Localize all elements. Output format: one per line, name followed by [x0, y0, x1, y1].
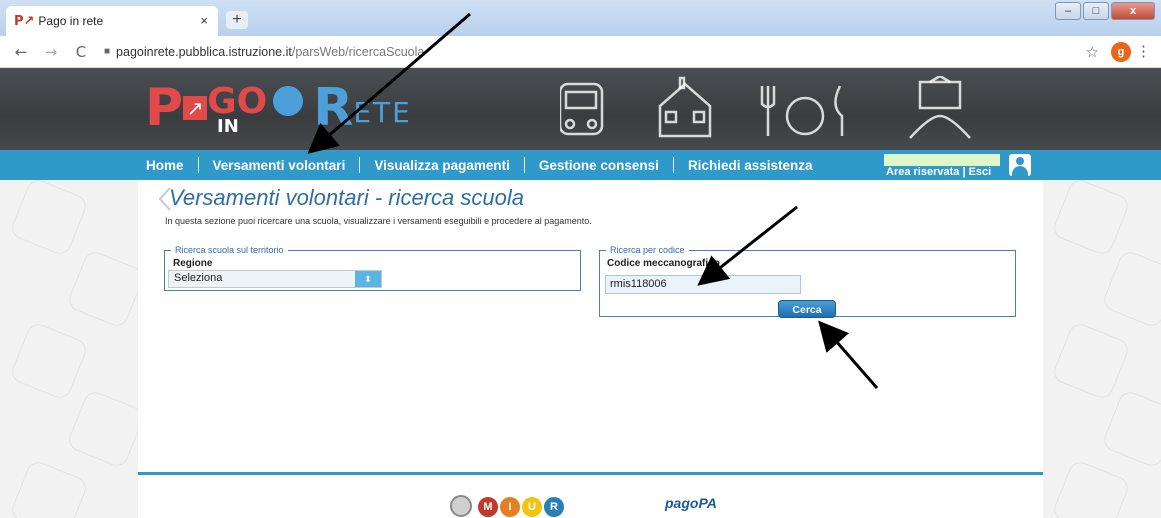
main-navbar: Home Versamenti volontari Visualizza pag… [0, 150, 1161, 180]
logo-arrow-icon: ↗ [183, 96, 208, 120]
codice-meccanografico-input[interactable]: rmis118006 [605, 275, 801, 294]
logo-globe-icon [273, 86, 304, 116]
reload-icon[interactable]: C [72, 43, 90, 61]
plate-icon [785, 96, 825, 136]
maximize-button[interactable]: □ [1083, 2, 1109, 20]
miur-letter-m: M [478, 497, 498, 517]
miur-letter-r: R [544, 497, 564, 517]
regione-label: Regione [173, 258, 213, 269]
fork-icon [760, 86, 776, 136]
pagoinrete-logo[interactable]: P ↗ GO IN R ETE [145, 80, 412, 140]
rope-barrier-icon [909, 114, 971, 139]
ricerca-territorio-fieldset: Ricerca scuola sul territorio Regione Se… [164, 245, 581, 291]
window-close-button[interactable]: x [1111, 2, 1155, 20]
back-arrow-icon[interactable]: ← [12, 43, 30, 61]
museum-frame-icon [918, 80, 962, 110]
url-field[interactable]: pagoinrete.pubblica.istruzione.it/parsWe… [116, 45, 424, 59]
miur-logo: M I U R [478, 497, 564, 517]
codice-meccanografico-label: Codice meccanografico [607, 258, 720, 269]
miur-letter-u: U [522, 497, 542, 517]
logo-letter-p: P [145, 78, 183, 138]
nav-items: Home Versamenti volontari Visualizza pag… [146, 150, 827, 180]
user-name-redacted [884, 154, 1000, 166]
nav-home[interactable]: Home [146, 158, 198, 173]
italian-republic-emblem-icon [450, 495, 472, 517]
bus-window-icon [564, 90, 598, 110]
content-panel: Versamenti volontari - ricerca scuola In… [138, 180, 1043, 518]
browser-tab-bar: P↗ Pago in rete × + – □ x [0, 0, 1161, 36]
area-riservata-link[interactable]: Area riservata | Esci [886, 166, 991, 178]
logo-ete: ETE [353, 96, 412, 129]
minimize-button[interactable]: – [1055, 2, 1081, 20]
nav-versamenti-volontari[interactable]: Versamenti volontari [199, 158, 360, 173]
regione-select[interactable]: Seleziona ⬍ [168, 270, 382, 288]
ricerca-territorio-legend: Ricerca scuola sul territorio [175, 245, 284, 255]
select-arrows-icon[interactable]: ⬍ [355, 271, 381, 287]
browser-menu-icon[interactable]: ⋮ [1136, 42, 1151, 60]
ricerca-codice-legend: Ricerca per codice [610, 245, 685, 255]
nav-gestione-consensi[interactable]: Gestione consensi [525, 158, 673, 173]
lock-icon[interactable]: ■ [104, 46, 110, 57]
browser-tab[interactable]: P↗ Pago in rete × [6, 6, 218, 36]
address-bar: ← → C ■ pagoinrete.pubblica.istruzione.i… [0, 36, 1161, 68]
ricerca-codice-fieldset: Ricerca per codice Codice meccanografico… [599, 245, 1016, 318]
bookmark-star-icon[interactable]: ☆ [1086, 43, 1099, 61]
tab-close-icon[interactable]: × [200, 13, 208, 28]
pagoinrete-favicon-icon: P↗ [14, 13, 35, 29]
logo-in: IN [217, 116, 239, 137]
forward-arrow-icon[interactable]: → [42, 43, 60, 61]
tab-title: Pago in rete [38, 14, 104, 28]
page-title: Versamenti volontari - ricerca scuola [169, 185, 524, 210]
url-host: pagoinrete.pubblica.istruzione.it [116, 44, 292, 59]
profile-avatar[interactable]: g [1111, 42, 1131, 62]
cerca-button[interactable]: Cerca [778, 300, 836, 318]
header-banner: P ↗ GO IN R ETE [0, 68, 1161, 150]
nav-richiedi-assistenza[interactable]: Richiedi assistenza [674, 158, 827, 173]
user-avatar-icon[interactable] [1009, 154, 1031, 176]
knife-icon [834, 85, 844, 136]
footer: M I U R pagoPA [138, 475, 1043, 518]
window-controls: – □ x [1055, 2, 1155, 20]
page-subtitle: In questa sezione puoi ricercare una scu… [165, 216, 592, 226]
url-path: /parsWeb/ricercaScuola [291, 44, 425, 59]
chalk-illustrations [560, 76, 971, 139]
page: P ↗ GO IN R ETE Home Versamenti volontar… [0, 68, 1161, 518]
nav-visualizza-pagamenti[interactable]: Visualizza pagamenti [360, 158, 524, 173]
new-tab-button[interactable]: + [226, 11, 248, 29]
miur-letter-i: I [500, 497, 520, 517]
regione-select-value: Seleziona [174, 272, 223, 284]
school-icon [658, 82, 712, 138]
pagopa-logo: pagoPA [665, 495, 717, 511]
logo-letter-r: R [313, 78, 354, 138]
